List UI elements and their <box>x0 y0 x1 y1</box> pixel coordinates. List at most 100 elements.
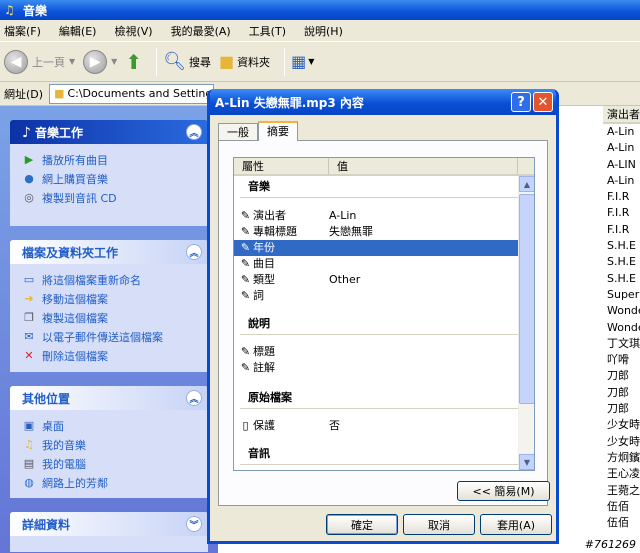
dialog-title: A-Lin 失戀無罪.mp3 內容 <box>215 95 364 110</box>
property-row-title[interactable]: ✎ 標題 <box>234 344 519 360</box>
close-icon: ✕ <box>537 94 549 110</box>
task-play-all[interactable]: ▶ 播放所有曲目 <box>22 150 198 169</box>
task-copy-cd[interactable]: ◎ 複製到音訊 CD <box>22 188 198 207</box>
property-row-track[interactable]: ✎ 曲目 <box>234 256 519 272</box>
artist-cell[interactable]: 刀郎 <box>603 368 640 384</box>
collapse-chevron-icon[interactable]: ︽ <box>186 390 202 406</box>
artist-cell[interactable]: 少女時 <box>603 434 640 450</box>
menu-edit[interactable]: 編輯(E) <box>59 23 97 39</box>
edit-pen-icon: ✎ <box>240 289 251 302</box>
place-desktop[interactable]: ▣ 桌面 <box>22 416 198 435</box>
properties-dialog: A-Lin 失戀無罪.mp3 內容 ? ✕ 一般 摘要 屬性 值 音樂 ✎ 演出者… <box>207 89 559 544</box>
tab-general[interactable]: 一般 <box>218 123 258 141</box>
edit-pen-icon: ✎ <box>240 345 251 358</box>
artist-cell[interactable]: 伍佰 <box>603 499 640 515</box>
task-buy-music[interactable]: ● 網上購買音樂 <box>22 169 198 188</box>
search-button[interactable]: 🔍︎ 搜尋 <box>163 51 211 72</box>
artist-cell[interactable]: Super J <box>603 287 640 303</box>
place-my-computer[interactable]: ▤ 我的電腦 <box>22 454 198 473</box>
artist-cell[interactable]: 伍佰 <box>603 515 640 531</box>
dropdown-arrow-icon: ▼ <box>69 57 76 66</box>
scroll-down-button[interactable]: ▼ <box>519 454 534 470</box>
artist-cell[interactable]: 王心凌 <box>603 466 640 482</box>
menu-view[interactable]: 檢視(V) <box>114 23 152 39</box>
column-header-value[interactable]: 值 <box>329 158 518 174</box>
artist-cell[interactable]: 吖嗗 <box>603 352 640 368</box>
panel-header[interactable]: 其他位置 ︽ <box>10 386 208 410</box>
forward-button[interactable]: ▶ ▼ <box>83 49 117 74</box>
task-pane: ♪ 音樂工作 ︽ ▶ 播放所有曲目 ● 網上購買音樂 ◎ 複製到音訊 CD 檔案及資料夾… <box>0 106 218 553</box>
task-copy[interactable]: ❐ 複製這個檔案 <box>22 308 198 327</box>
artist-cell[interactable]: F.I.R <box>603 205 640 221</box>
property-row-lyrics[interactable]: ✎ 詞 <box>234 288 519 304</box>
edit-pen-icon: ✎ <box>240 273 251 286</box>
menu-tools[interactable]: 工具(T) <box>249 23 286 39</box>
cancel-button[interactable]: 取消 <box>403 514 475 535</box>
artist-cell[interactable]: S.H.E <box>603 254 640 270</box>
property-row-comment[interactable]: ✎ 註解 <box>234 360 519 376</box>
artist-cell[interactable]: Wonde <box>603 320 640 336</box>
property-row-genre[interactable]: ✎ 類型 Other <box>234 272 519 288</box>
ok-button[interactable]: 確定 <box>326 514 398 535</box>
artist-cell[interactable]: 刀郎 <box>603 385 640 401</box>
task-email[interactable]: ✉ 以電子郵件傳送這個檔案 <box>22 327 198 346</box>
artist-cell[interactable]: S.H.E <box>603 238 640 254</box>
vertical-scrollbar[interactable]: ▲ ▼ <box>518 176 534 470</box>
property-row-year[interactable]: ✎ 年份 <box>234 240 519 256</box>
group-divider <box>240 408 518 409</box>
group-music: 音樂 <box>248 180 270 193</box>
artist-cell[interactable]: F.I.R <box>603 222 640 238</box>
column-header-property[interactable]: 屬性 <box>234 158 329 174</box>
artist-cell[interactable]: 方炯鑌 <box>603 450 640 466</box>
artist-cell[interactable]: A-LIN <box>603 157 640 173</box>
menu-help[interactable]: 說明(H) <box>304 23 343 39</box>
artist-cell[interactable]: 丁文琪 <box>603 336 640 352</box>
search-icon: 🔍︎ <box>163 51 186 72</box>
artist-cell[interactable]: 刀郎 <box>603 401 640 417</box>
property-row-protected[interactable]: ▯ 保護否 <box>234 418 519 434</box>
help-button[interactable]: ? <box>511 92 531 112</box>
expand-chevron-icon[interactable]: ︾ <box>186 516 202 532</box>
scroll-up-button[interactable]: ▲ <box>519 176 534 192</box>
place-my-music[interactable]: ♫ 我的音樂 <box>22 435 198 454</box>
collapse-chevron-icon[interactable]: ︽ <box>186 244 202 260</box>
place-network[interactable]: ◍ 網路上的芳鄰 <box>22 473 198 492</box>
artist-cell[interactable]: A-Lin <box>603 140 640 156</box>
artist-cell[interactable]: S.H.E <box>603 271 640 287</box>
artist-cell[interactable]: 少女時 <box>603 417 640 433</box>
menu-file[interactable]: 檔案(F) <box>4 23 41 39</box>
close-button[interactable]: ✕ <box>533 92 553 112</box>
panel-header[interactable]: ♪ 音樂工作 ︽ <box>10 120 208 144</box>
delete-icon: ✕ <box>24 348 34 362</box>
panel-header[interactable]: 詳細資料 ︾ <box>10 512 208 536</box>
apply-button[interactable]: 套用(A) <box>480 514 552 535</box>
artist-cell[interactable]: A-Lin <box>603 124 640 140</box>
task-rename[interactable]: ▭ 將這個檔案重新命名 <box>22 270 198 289</box>
edit-pen-icon: ✎ <box>240 209 251 222</box>
music-tasks-panel: ♪ 音樂工作 ︽ ▶ 播放所有曲目 ● 網上購買音樂 ◎ 複製到音訊 CD <box>10 120 208 226</box>
artist-cell[interactable]: Wonde <box>603 303 640 319</box>
views-button[interactable]: ▦ ▼ <box>291 52 314 71</box>
artist-cell[interactable]: A-Lin <box>603 173 640 189</box>
property-row-album[interactable]: ✎ 專輯標題 失戀無罪 <box>234 224 519 240</box>
address-input[interactable]: ■ C:\Documents and Settings\Use <box>49 83 215 104</box>
task-move[interactable]: ➜ 移動這個檔案 <box>22 289 198 308</box>
task-delete[interactable]: ✕ 刪除這個檔案 <box>22 346 198 365</box>
artist-cell[interactable]: F.I.R <box>603 189 640 205</box>
tab-summary[interactable]: 摘要 <box>258 121 298 141</box>
panel-header[interactable]: 檔案及資料夾工作 ︽ <box>10 240 208 264</box>
artist-cell[interactable]: 王菀之 <box>603 483 640 499</box>
folders-button[interactable]: ■ 資料夾 <box>219 52 270 71</box>
simple-view-button[interactable]: << 簡易(M) <box>457 481 550 501</box>
up-folder-button[interactable]: ⬆ <box>125 50 142 74</box>
property-row-artist[interactable]: ✎ 演出者 A-Lin <box>234 208 519 224</box>
back-button[interactable]: ◀ 上一頁 ▼ <box>4 49 76 74</box>
toolbar-separator <box>284 47 286 76</box>
scroll-thumb[interactable] <box>519 194 534 404</box>
collapse-chevron-icon[interactable]: ︽ <box>186 124 202 140</box>
toolbar: ◀ 上一頁 ▼ ▶ ▼ ⬆ 🔍︎ 搜尋 ■ 資料夾 ▦ ▼ <box>0 42 640 82</box>
menu-favorites[interactable]: 我的最愛(A) <box>171 23 231 39</box>
column-header-artist[interactable]: 演出者 <box>603 106 640 124</box>
dropdown-arrow-icon: ▼ <box>308 57 315 66</box>
copy-icon: ❐ <box>24 310 34 324</box>
